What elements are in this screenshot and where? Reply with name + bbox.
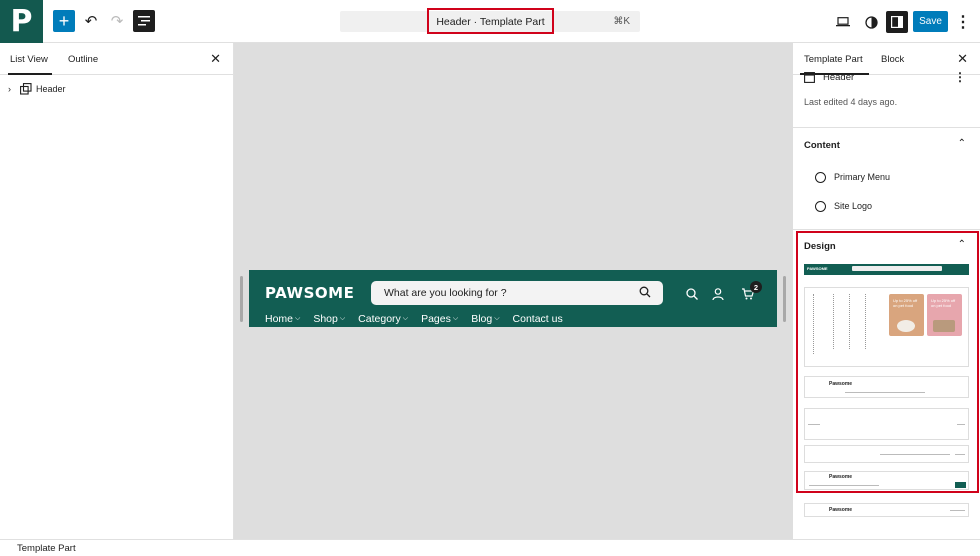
- command-shortcut: ⌘K: [613, 16, 630, 27]
- nav-item-shop[interactable]: Shop ⌵: [313, 313, 345, 325]
- nav-label: Pages: [421, 313, 451, 325]
- block-breadcrumb: Template Part: [0, 539, 980, 556]
- template-part-icon: [804, 72, 815, 83]
- nav-item-contact[interactable]: Contact us: [513, 313, 563, 325]
- user-icon[interactable]: [711, 287, 725, 301]
- nav-label: Category: [358, 313, 401, 325]
- desktop-icon: [836, 17, 850, 27]
- divider: [793, 127, 980, 128]
- nav-label: Home: [265, 313, 294, 325]
- styles-button[interactable]: [860, 11, 882, 33]
- pattern-brand: Pawsome: [829, 507, 853, 513]
- search-placeholder: What are you looking for ?: [384, 287, 507, 299]
- contrast-icon: [864, 15, 878, 29]
- nav-item-blog[interactable]: Blog ⌵: [471, 313, 499, 325]
- site-logo-icon: [815, 200, 826, 212]
- chevron-down-icon: ⌵: [452, 315, 459, 322]
- save-button[interactable]: Save: [913, 11, 948, 32]
- search-input[interactable]: What are you looking for ?: [371, 281, 663, 305]
- options-kebab-icon[interactable]: ⋮: [954, 11, 972, 32]
- options-kebab-icon[interactable]: ⋮: [954, 70, 966, 84]
- last-edited-text: Last edited 4 days ago.: [804, 97, 898, 107]
- site-header-block[interactable]: PAWSOME What are you looking for ? 2 Hom…: [249, 270, 777, 327]
- tab-block[interactable]: Block: [881, 43, 904, 75]
- close-icon[interactable]: ✕: [210, 51, 221, 67]
- chevron-down-icon: ⌵: [402, 315, 409, 322]
- template-part-name: Header: [823, 72, 855, 83]
- nav-label: Blog: [471, 313, 493, 325]
- sidebar-icon: [891, 16, 903, 28]
- chevron-right-icon[interactable]: ›: [8, 84, 16, 94]
- settings-button[interactable]: [886, 11, 908, 33]
- site-title[interactable]: PAWSOME: [265, 284, 354, 302]
- primary-navigation: Home ⌵ Shop ⌵ Category ⌵ Pages ⌵ Blog ⌵ Conta…: [265, 313, 563, 325]
- content-section-title[interactable]: Content: [804, 140, 840, 151]
- design-highlight-box: [796, 231, 979, 493]
- template-part-icon: [20, 83, 32, 95]
- nav-item-pages[interactable]: Pages ⌵: [421, 313, 458, 325]
- content-item-label: Site Logo: [834, 201, 873, 211]
- content-item-site-logo[interactable]: Site Logo: [815, 199, 872, 213]
- content-item-label: Primary Menu: [834, 172, 891, 182]
- template-part-summary: Header: [804, 71, 854, 84]
- cart-count-badge: 2: [750, 281, 762, 293]
- preview-button[interactable]: [832, 11, 854, 33]
- list-item[interactable]: › Header: [8, 81, 66, 97]
- document-overview-button[interactable]: [133, 10, 155, 32]
- search-icon: [639, 286, 651, 298]
- divider: [793, 229, 980, 230]
- close-icon[interactable]: ✕: [957, 51, 968, 67]
- chevron-down-icon: ⌵: [339, 315, 346, 322]
- chevron-down-icon: ⌵: [295, 315, 301, 322]
- title-highlight-box: [427, 8, 554, 34]
- undo-button[interactable]: ↶: [80, 10, 102, 32]
- resize-handle-right[interactable]: [783, 276, 786, 322]
- list-item-label: Header: [36, 84, 66, 94]
- pattern-nav-line: [950, 510, 965, 511]
- site-logo-icon[interactable]: P: [0, 0, 43, 43]
- left-panel-tabs: List View Outline ✕: [0, 43, 233, 75]
- tab-list-view[interactable]: List View: [8, 43, 52, 75]
- add-block-button[interactable]: +: [53, 10, 75, 32]
- top-toolbar: P + ↶ ↷ Header · Template Part ⌘K Save ⋮: [0, 0, 980, 43]
- navigation-icon: [815, 171, 826, 183]
- tab-outline[interactable]: Outline: [68, 43, 98, 75]
- resize-handle-left[interactable]: [240, 276, 243, 322]
- list-view-panel: List View Outline ✕ › Header: [0, 43, 234, 539]
- nav-item-home[interactable]: Home ⌵: [265, 313, 300, 325]
- list-view-icon: [138, 16, 150, 26]
- chevron-up-icon[interactable]: ⌃: [958, 138, 966, 149]
- nav-label: Shop: [313, 313, 338, 325]
- redo-button[interactable]: ↷: [106, 10, 128, 32]
- pattern-thumbnail[interactable]: Pawsome: [804, 503, 969, 517]
- chevron-down-icon: ⌵: [494, 315, 500, 322]
- search-icon[interactable]: [685, 287, 699, 301]
- nav-item-category[interactable]: Category ⌵: [358, 313, 408, 325]
- breadcrumb-item[interactable]: Template Part: [17, 543, 76, 554]
- editor-canvas[interactable]: PAWSOME What are you looking for ? 2 Hom…: [234, 43, 793, 539]
- content-item-primary-menu[interactable]: Primary Menu: [815, 170, 890, 184]
- nav-label: Contact us: [512, 313, 563, 325]
